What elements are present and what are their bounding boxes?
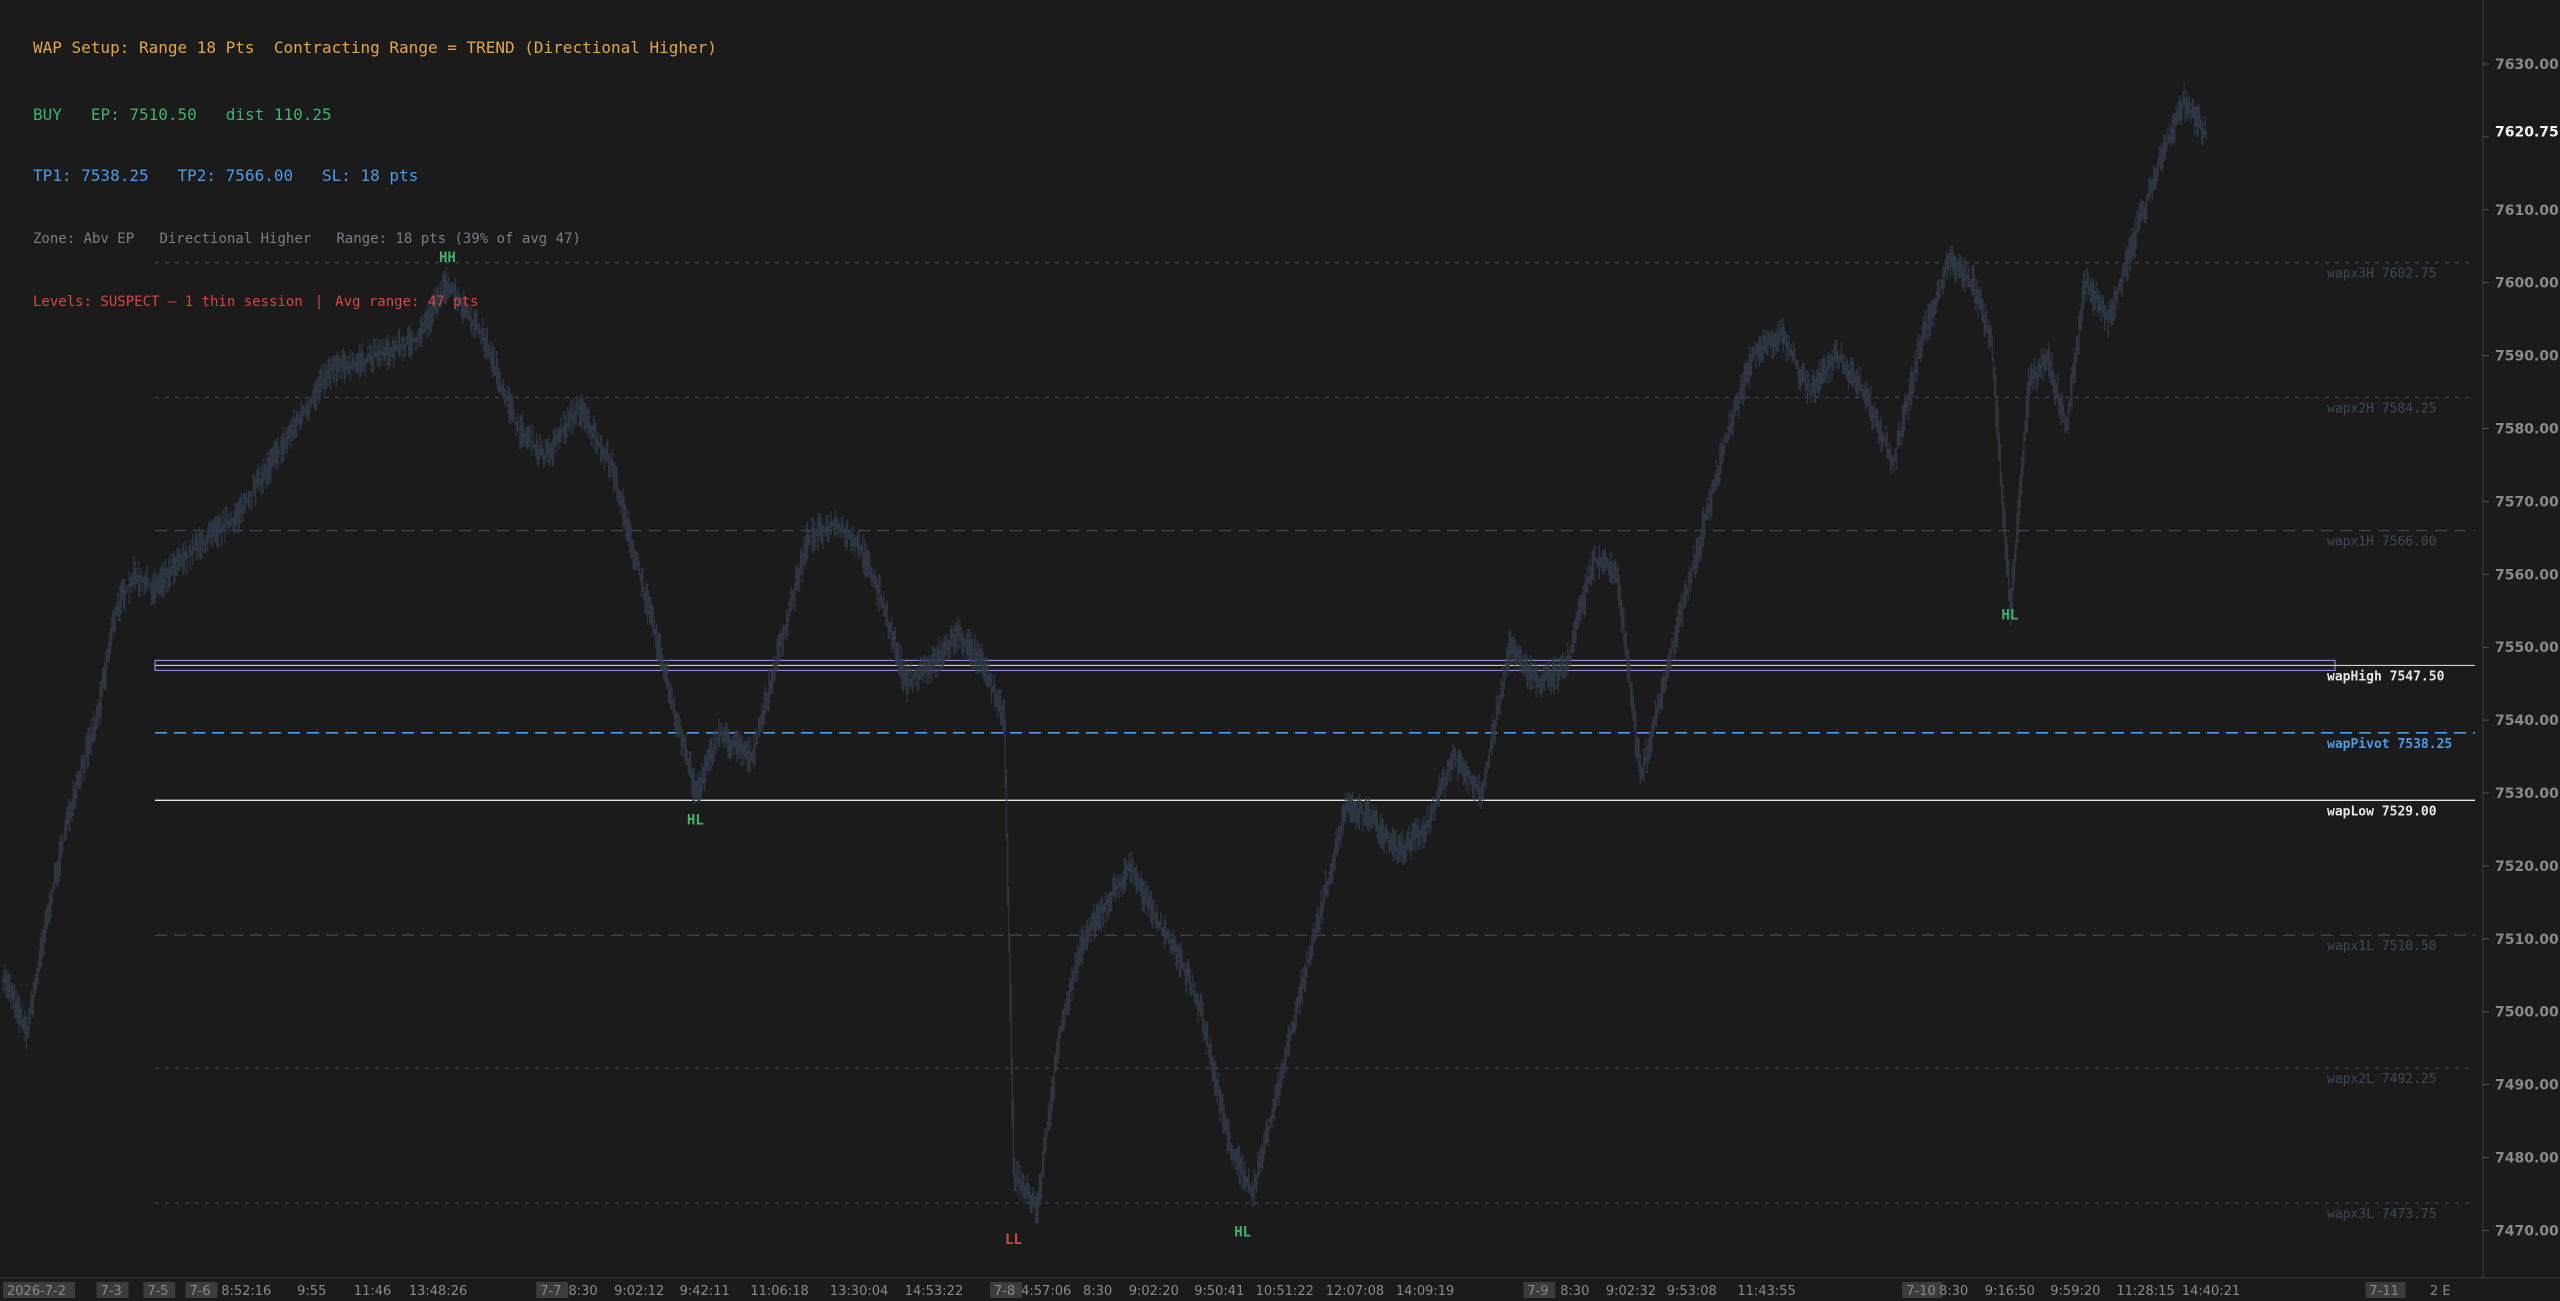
targets-line: TP1: 7538.25 TP2: 7566.00 SL: 18 pts bbox=[33, 166, 418, 185]
price-tick-label: 7500.00 bbox=[2495, 1005, 2559, 1021]
wap-level-labels: wapx3H 7602.75 wapx2H 7584.25 wapx1H 7566.… bbox=[2327, 267, 2452, 1222]
entry-distance: dist 110.25 bbox=[225, 105, 332, 124]
time-tick-label: 9:42:11 bbox=[680, 1284, 730, 1299]
time-tick-label: 8:30 bbox=[1560, 1284, 1589, 1299]
price-tick-label: 7580.00 bbox=[2495, 422, 2559, 438]
zone-line: Zone: Abv EP Directional Higher Range: 1… bbox=[33, 231, 581, 247]
time-tick-label: 10:51:22 bbox=[1256, 1284, 1314, 1299]
wap-level-label: wapx3H 7602.75 bbox=[2327, 267, 2437, 282]
time-session-label: 7-11 bbox=[2369, 1284, 2399, 1299]
levels-status: Levels: SUSPECT — 1 thin session bbox=[33, 294, 303, 310]
time-session-label: 7-9 bbox=[1527, 1284, 1548, 1299]
time-tick-label: 8:30 bbox=[1939, 1284, 1968, 1299]
wap-level-label: wapx3L 7473.75 bbox=[2327, 1207, 2437, 1222]
entry-price: EP: 7510.50 bbox=[90, 105, 197, 124]
price-tick-label: 7560.00 bbox=[2495, 567, 2559, 583]
chart-background bbox=[0, 0, 2560, 1301]
time-tick-label: 8:52:16 bbox=[221, 1284, 271, 1299]
wap-level-label: wapx1H 7566.00 bbox=[2327, 535, 2437, 550]
swing-label: HL bbox=[2001, 607, 2018, 623]
wap-level-label: wapPivot 7538.25 bbox=[2327, 737, 2452, 752]
time-tick-label: 4:57:06 bbox=[1021, 1284, 1071, 1299]
zone-value: Zone: Abv EP bbox=[33, 231, 135, 247]
wap-level-label: wapx1L 7510.50 bbox=[2327, 939, 2437, 954]
price-tick-label: 7490.00 bbox=[2495, 1078, 2559, 1094]
swing-label: LL bbox=[1005, 1232, 1022, 1248]
time-tick-label: 9:02:12 bbox=[614, 1284, 664, 1299]
time-session-label: 7-7 bbox=[540, 1284, 561, 1299]
time-tick-label: 13:48:26 bbox=[409, 1284, 467, 1299]
price-chart[interactable]: HHHLLL HLHL wapx3H 7602.75wapx2H 7584.25w… bbox=[0, 0, 2560, 1301]
time-tick-label: 9:55 bbox=[297, 1284, 326, 1299]
price-tick-label: 7540.00 bbox=[2495, 713, 2559, 729]
time-tick-label: 9:53:08 bbox=[1667, 1284, 1717, 1299]
time-session-label: 7-6 bbox=[189, 1284, 210, 1299]
tp1-value: TP1: 7538.25 bbox=[33, 166, 149, 185]
time-tick-label: 9:50:41 bbox=[1194, 1284, 1244, 1299]
price-tick-label: 7630.00 bbox=[2495, 57, 2559, 73]
stop-loss-value: SL: 18 pts bbox=[322, 166, 419, 185]
signal-line: BUY EP: 7510.50 dist 110.25 bbox=[33, 105, 332, 124]
time-tick-label: 12:07:08 bbox=[1326, 1284, 1384, 1299]
price-tick-label: 7610.00 bbox=[2495, 203, 2559, 219]
direction-value: Directional Higher bbox=[159, 231, 312, 247]
time-tick-label: 2 E bbox=[2430, 1284, 2451, 1299]
time-tick-label: 9:02:32 bbox=[1606, 1284, 1656, 1299]
time-tick-label: 11:46 bbox=[354, 1284, 391, 1299]
price-tick-label: 7480.00 bbox=[2495, 1151, 2559, 1167]
price-tick-label: 7550.00 bbox=[2495, 640, 2559, 656]
time-session-label: 7-10 bbox=[1906, 1284, 1936, 1299]
time-tick-label: 9:16:50 bbox=[1985, 1284, 2035, 1299]
time-tick-label: 9:02:20 bbox=[1129, 1284, 1179, 1299]
time-tick-label: 8:30 bbox=[1083, 1284, 1112, 1299]
wap-level-label: wapx2L 7492.25 bbox=[2327, 1072, 2437, 1087]
swing-label: HL bbox=[687, 813, 704, 829]
last-price-label: 7620.75 bbox=[2495, 124, 2559, 140]
tp2-value: TP2: 7566.00 bbox=[177, 166, 294, 185]
time-session-label: 7-8 bbox=[994, 1284, 1015, 1299]
price-tick-label: 7510.00 bbox=[2495, 932, 2559, 948]
time-tick-label: 14:40:21 bbox=[2182, 1284, 2240, 1299]
time-tick-label: 9:59:20 bbox=[2050, 1284, 2100, 1299]
price-tick-label: 7530.00 bbox=[2495, 786, 2559, 802]
setup-line: WAP Setup: Range 18 Pts Contracting Rang… bbox=[33, 38, 717, 57]
time-session-label: 7-3 bbox=[101, 1284, 122, 1299]
price-tick-label: 7520.00 bbox=[2495, 859, 2559, 875]
levels-line: Levels: SUSPECT — 1 thin session | Avg ran… bbox=[33, 294, 478, 310]
time-tick-label: 11:43:55 bbox=[1737, 1284, 1795, 1299]
time-tick-label: 11:06:18 bbox=[750, 1284, 808, 1299]
wap-level-label: wapLow 7529.00 bbox=[2327, 804, 2437, 819]
time-tick-label: 11:28:15 bbox=[2116, 1284, 2174, 1299]
signal-label: BUY bbox=[33, 105, 62, 124]
time-tick-label: 14:53:22 bbox=[905, 1284, 963, 1299]
avg-range: Avg range: 47 pts bbox=[335, 294, 479, 310]
time-axis[interactable]: 2026-7-2 7-3 7-5 7-6 8:52:16 9:55 11:46 13:48:2… bbox=[0, 1277, 2560, 1301]
price-tick-label: 7600.00 bbox=[2495, 276, 2559, 292]
time-tick-label: 13:30:04 bbox=[830, 1284, 888, 1299]
time-session-label: 2026-7-2 bbox=[7, 1284, 66, 1299]
price-tick-label: 7470.00 bbox=[2495, 1223, 2559, 1239]
time-session-label: 7-5 bbox=[147, 1284, 168, 1299]
levels-separator: | bbox=[314, 294, 324, 310]
price-tick-label: 7590.00 bbox=[2495, 349, 2559, 365]
wap-level-label: wapx2H 7584.25 bbox=[2327, 402, 2437, 417]
swing-label: HL bbox=[1234, 1224, 1251, 1240]
wap-level-label: wapHigh 7547.50 bbox=[2327, 669, 2445, 684]
price-tick-label: 7570.00 bbox=[2495, 494, 2559, 510]
range-info: Range: 18 pts (39% of avg 47) bbox=[336, 231, 581, 247]
swing-label: HH bbox=[439, 250, 456, 266]
time-tick-label: 8:30 bbox=[568, 1284, 597, 1299]
time-tick-label: 14:09:19 bbox=[1396, 1284, 1454, 1299]
